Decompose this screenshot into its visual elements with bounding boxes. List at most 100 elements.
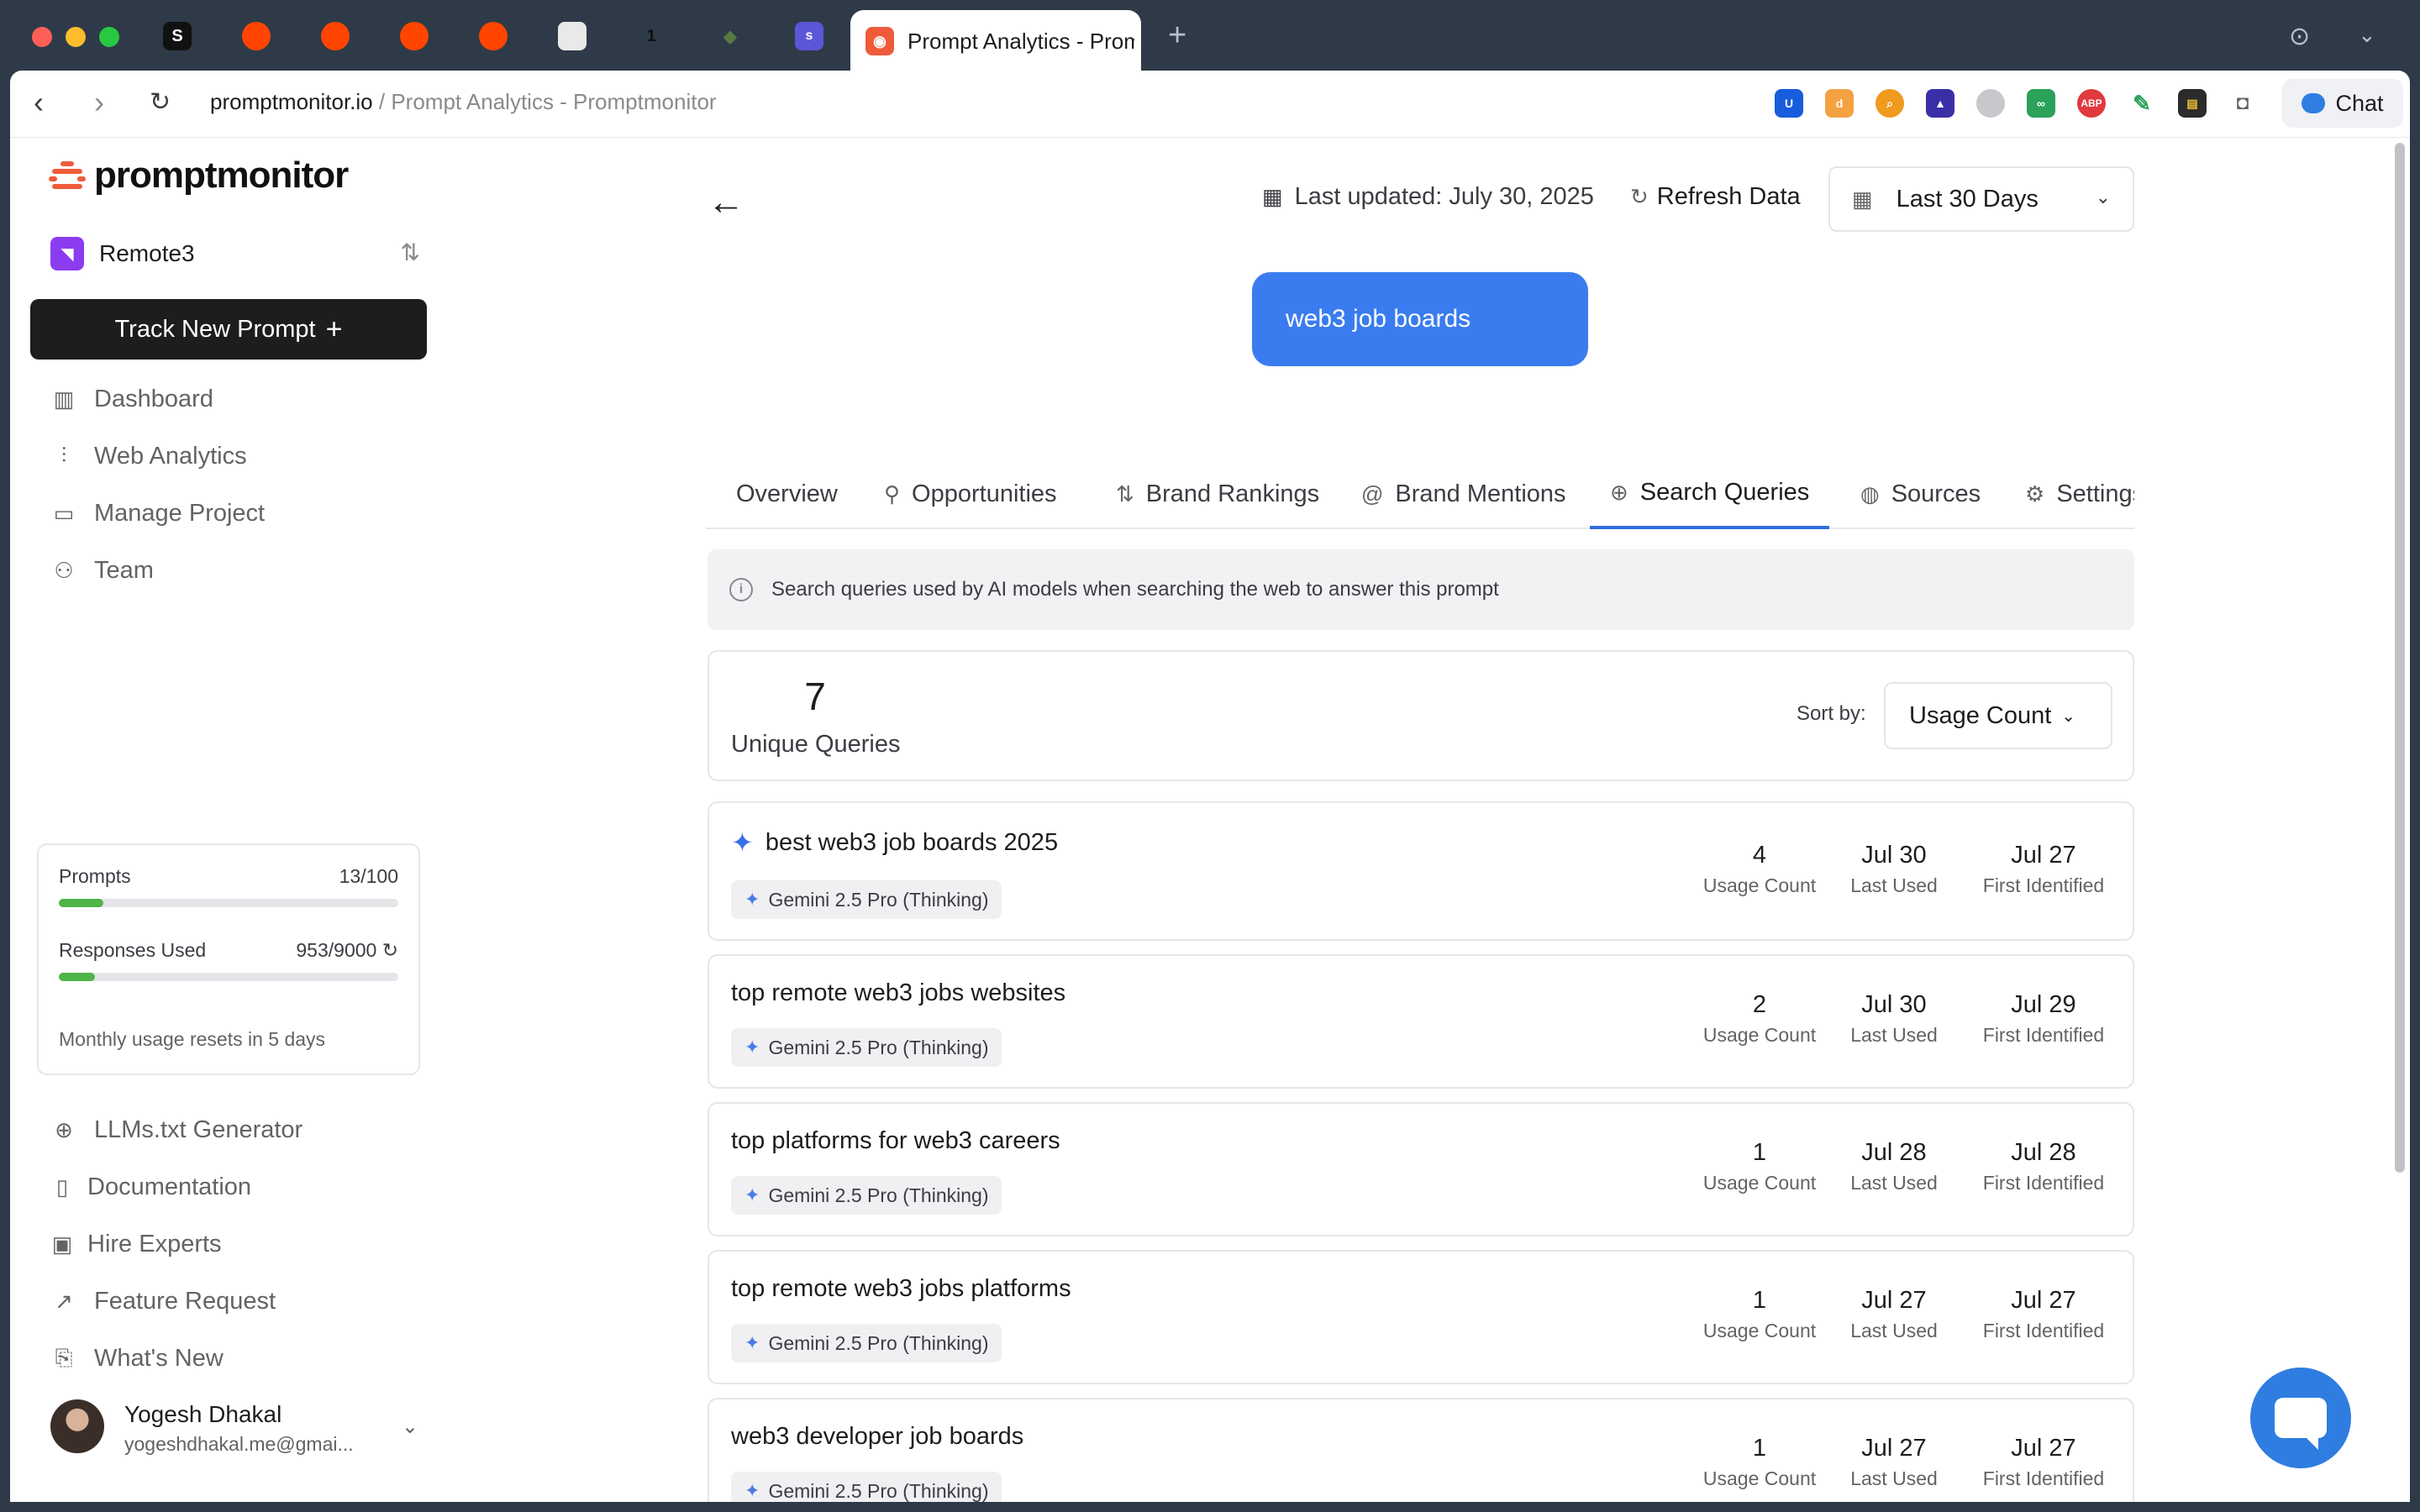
support-chat-button[interactable] [2250,1368,2351,1468]
sidebar-item-hire-experts[interactable]: ▣ Hire Experts [50,1223,420,1265]
first-identified-value: Jul 27 [2011,1435,2076,1462]
close-window-button[interactable] [32,27,52,47]
user-menu[interactable]: Yogesh Dhakal yogeshdhakal.me@gmai... ⌄ [50,1399,420,1460]
reload-icon[interactable]: ↻ [150,86,171,119]
extension-icon[interactable]: ⌕ [1876,89,1904,118]
forward-icon[interactable]: › [94,86,104,119]
track-new-prompt-label: Track New Prompt [114,315,316,343]
usage-count-value: 1 [1752,1139,1767,1166]
reddit-tab-icon[interactable] [400,22,429,50]
usage-count-label: Usage Count [1702,1024,1817,1046]
query-title: top platforms for web3 careers [731,1127,1060,1155]
sidebar-item-manage-project[interactable]: ▭ Manage Project [52,492,422,534]
reddit-tab-icon[interactable] [321,22,350,50]
extension-icon[interactable]: d [1825,89,1854,118]
pinned-tab-icon[interactable]: S [163,22,192,50]
tab-sources[interactable]: ◍ Sources [1860,459,1981,529]
tab-list-chevron-icon[interactable]: ⌄ [2358,22,2376,48]
date-range-value: Last 30 Days [1896,185,2039,213]
person-sparkle-icon: ⚲ [884,480,901,507]
sidebar-item-documentation[interactable]: ▯ Documentation [50,1166,420,1208]
query-card[interactable]: top remote web3 jobs websites ✦ Gemini 2… [708,954,2134,1089]
promptmonitor-favicon-icon: ◉ [865,27,894,55]
first-identified-value: Jul 27 [2011,842,2076,869]
sidebar-item-label: Team [94,556,154,584]
bitwarden-extension-icon[interactable]: U [1775,89,1803,118]
query-card[interactable]: top remote web3 jobs platforms ✦ Gemini … [708,1250,2134,1384]
sidebar-item-llms-txt-generator[interactable]: ⊕ LLMs.txt Generator [52,1109,422,1151]
active-tab[interactable]: ◉ Prompt Analytics - Promptmonitor [850,10,1141,72]
track-new-prompt-button[interactable]: Track New Prompt + [30,299,427,360]
refresh-data-button[interactable]: ↻ Refresh Data [1630,183,1801,211]
maximize-window-button[interactable] [99,27,119,47]
minimize-window-button[interactable] [66,27,86,47]
model-badge: ✦ Gemini 2.5 Pro (Thinking) [731,880,1002,919]
sidebar-item-dashboard[interactable]: ▥ Dashboard [52,378,422,420]
query-text: best web3 job boards 2025 [765,828,1059,856]
extension-icon[interactable] [1976,89,2005,118]
last-used-value: Jul 30 [1861,991,1927,1018]
tab-settings[interactable]: ⚙ Settings [2025,459,2134,529]
pinned-tab-icon[interactable] [558,22,587,50]
first-identified-stat: Jul 27 First Identified [1968,1435,2119,1490]
first-identified-label: First Identified [1982,1172,2105,1194]
camera-extension-icon[interactable]: ◘ [2228,89,2257,118]
query-card[interactable]: web3 developer job boards ✦ Gemini 2.5 P… [708,1398,2134,1502]
page-scrollbar[interactable] [2395,143,2405,1173]
calendar-check-icon: ▦ [1262,184,1283,209]
tab-bar: Overview ⚲ Opportunities ⇅ Brand Ranking… [706,459,2134,529]
sidebar-item-whats-new[interactable]: ⎘ What's New [52,1337,422,1379]
sort-by-select[interactable]: Usage Count ⌄ [1884,682,2112,749]
back-arrow-icon[interactable]: ← [708,181,744,223]
date-range-select[interactable]: ▦ Last 30 Days ⌄ [1828,166,2134,232]
last-updated-text: Last updated: July 30, 2025 [1294,183,1594,210]
url-path: / Prompt Analytics - Promptmonitor [372,89,717,114]
model-badge: ✦ Gemini 2.5 Pro (Thinking) [731,1028,1002,1067]
globe-icon: ◍ [1860,480,1880,507]
extension-icon[interactable]: ▲ [1926,89,1954,118]
tab-brand-rankings[interactable]: ⇅ Brand Rankings [1116,459,1319,529]
queries-summary: 7 Unique Queries Sort by: Usage Count ⌄ [708,650,2134,781]
project-selector[interactable]: ◥ Remote3 ⇅ [50,235,420,272]
address-bar: ‹ › ↻ promptmonitor.io / Prompt Analytic… [10,71,2410,138]
page-content: promptmonitor ◥ Remote3 ⇅ Track New Prom… [10,138,2410,1502]
extension-icon[interactable]: ▤ [2178,89,2207,118]
prompts-usage-row: Prompts 13/100 [59,865,398,888]
gemini-icon: ✦ [744,1480,760,1501]
sort-by-label: Sort by: [1797,702,1866,725]
gemini-icon: ✦ [744,1184,760,1205]
sidebar-item-feature-request[interactable]: ↗ Feature Request [52,1280,422,1322]
color-picker-extension-icon[interactable]: ✎ [2128,89,2156,118]
model-name: Gemini 2.5 Pro (Thinking) [768,1479,989,1502]
reddit-tab-icon[interactable] [242,22,271,50]
link-extension-icon[interactable]: ∞ [2027,89,2055,118]
back-icon[interactable]: ‹ [34,86,44,119]
refresh-usage-icon[interactable]: ↻ [382,939,398,961]
adblock-extension-icon[interactable]: ABP [2077,89,2106,118]
sidebar-item-label: What's New [94,1344,224,1372]
query-card[interactable]: top platforms for web3 careers ✦ Gemini … [708,1102,2134,1236]
first-identified-stat: Jul 28 First Identified [1968,1139,2119,1194]
pinned-tab-icon[interactable]: s [795,22,823,50]
reddit-tab-icon[interactable] [479,22,508,50]
browser-tab-bar: S 1 ◆ s ◉ Prompt Analytics - Promptmonit… [0,0,2420,72]
tab-brand-mentions[interactable]: @ Brand Mentions [1361,459,1566,529]
sidebar-item-team[interactable]: ⚇ Team [52,549,422,591]
downloads-icon[interactable]: ⊙ [2289,22,2310,51]
pinned-tab-icon[interactable]: ◆ [716,22,744,50]
logo[interactable]: promptmonitor [49,155,349,197]
prompts-label: Prompts [59,865,131,887]
sidebar-item-web-analytics[interactable]: ⫶ Web Analytics [52,435,422,477]
tab-overview[interactable]: Overview [736,459,838,529]
model-badge: ✦ Gemini 2.5 Pro (Thinking) [731,1176,1002,1215]
pinned-tab-icon[interactable]: 1 [637,22,666,50]
analytics-icon: ⫶ [60,443,67,468]
team-icon: ⚇ [54,557,74,583]
new-tab-button[interactable]: + [1168,18,1186,52]
query-card[interactable]: ✦ best web3 job boards 2025 ✦ Gemini 2.5… [708,801,2134,941]
tab-search-queries[interactable]: ⊕ Search Queries [1590,459,1830,529]
chat-button[interactable]: Chat [2282,79,2403,128]
usage-count-stat: 2 Usage Count [1692,991,1827,1047]
url-field[interactable]: promptmonitor.io / Prompt Analytics - Pr… [210,89,717,115]
tab-opportunities[interactable]: ⚲ Opportunities [884,459,1057,529]
